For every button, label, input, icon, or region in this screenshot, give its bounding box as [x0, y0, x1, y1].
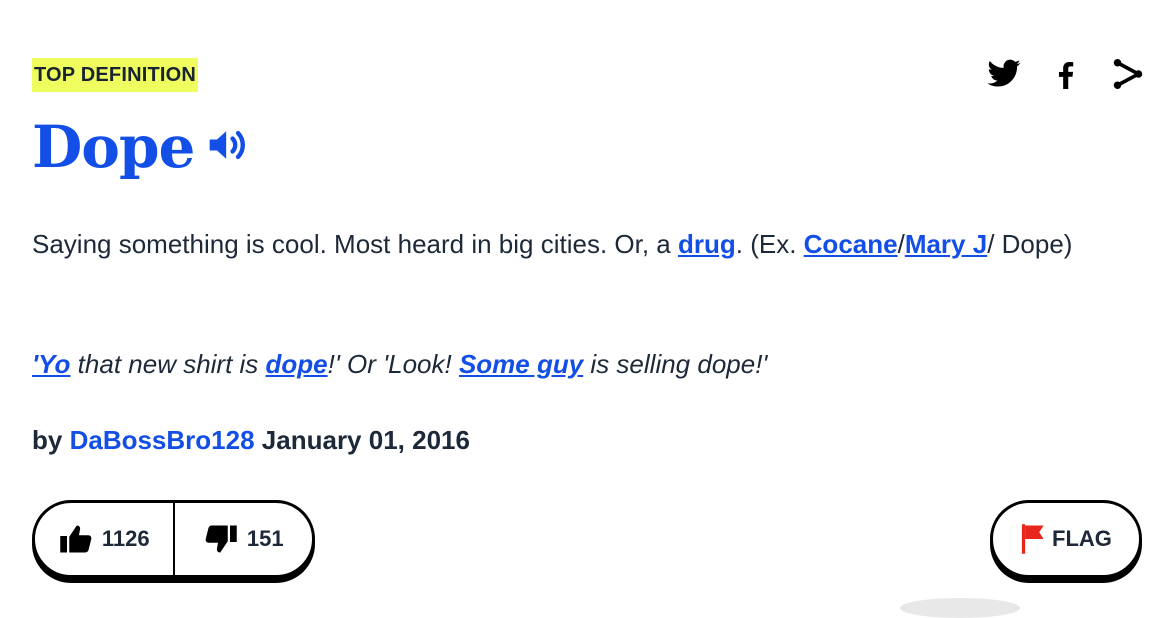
meaning-text: . (Ex.	[735, 229, 804, 259]
twitter-icon[interactable]	[986, 56, 1022, 92]
post-date: January 01, 2016	[261, 425, 470, 455]
meaning-text: Saying something is cool. Most heard in …	[32, 229, 678, 259]
meaning-text: /	[897, 229, 905, 259]
share-bar	[986, 56, 1146, 92]
contributor-line: by DaBossBro128 January 01, 2016	[32, 418, 470, 462]
example-text: that new shirt is	[70, 349, 266, 379]
example-text: is selling dope!'	[583, 349, 768, 379]
definition-meaning: Saying something is cool. Most heard in …	[32, 222, 1132, 266]
thumbs-up-icon	[60, 525, 92, 553]
link-cocane[interactable]: Cocane	[804, 229, 898, 259]
title-row: Dope	[32, 108, 250, 186]
facebook-icon[interactable]	[1048, 56, 1084, 92]
flag-icon	[1021, 524, 1044, 554]
upvote-button[interactable]: 1126	[35, 503, 175, 575]
vote-buttons: 1126 151	[32, 500, 315, 578]
top-definition-badge: TOP DEFINITION	[32, 58, 199, 92]
author-link[interactable]: DaBossBro128	[70, 425, 255, 455]
downvote-count: 151	[246, 526, 284, 551]
by-label: by	[32, 425, 63, 455]
share-icon[interactable]	[1110, 56, 1146, 92]
example-text: !' Or 'Look!	[327, 349, 459, 379]
word-title-link[interactable]: Dope	[32, 108, 195, 186]
definition-example: 'Yo that new shirt is dope!' Or 'Look! S…	[32, 342, 1132, 386]
next-card-edge	[900, 598, 1020, 618]
link-drug[interactable]: drug	[678, 229, 736, 259]
link-dope[interactable]: dope	[266, 349, 328, 379]
upvote-count: 1126	[101, 526, 150, 551]
meaning-text: / Dope)	[987, 229, 1073, 259]
downvote-button[interactable]: 151	[175, 503, 313, 575]
link-mary-j[interactable]: Mary J	[905, 229, 987, 259]
link-some-guy[interactable]: Some guy	[459, 349, 583, 379]
pronounce-speaker-icon[interactable]	[206, 123, 250, 167]
flag-label: FLAG	[1052, 526, 1112, 551]
thumbs-down-icon	[205, 525, 237, 553]
link-yo[interactable]: 'Yo	[32, 349, 70, 379]
flag-button[interactable]: FLAG	[990, 500, 1142, 578]
